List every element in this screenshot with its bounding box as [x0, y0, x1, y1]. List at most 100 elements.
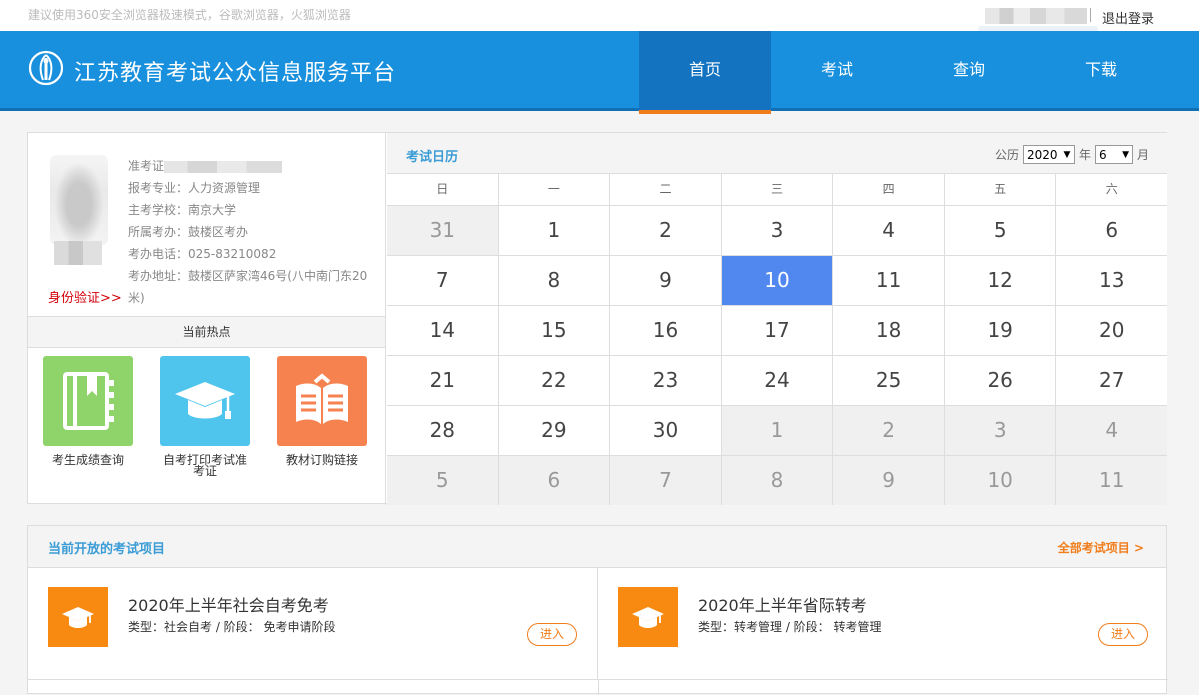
tile-label: 教材订购链接 [285, 453, 358, 467]
calendar-day[interactable]: 11 [1056, 456, 1168, 505]
calendar-week: 14 15 16 17 18 19 20 [387, 305, 1168, 355]
nav-download[interactable]: 下载 [1035, 31, 1167, 111]
calendar-day[interactable]: 2 [610, 206, 722, 255]
all-exams-link[interactable]: 全部考试项目 > [1058, 539, 1144, 556]
calendar-day[interactable]: 11 [833, 256, 945, 305]
calendar-day[interactable]: 24 [721, 356, 834, 405]
field-value: 鼓楼区考办 [188, 225, 249, 239]
calendar-day[interactable]: 6 [1056, 206, 1168, 255]
tile-textbook-order[interactable]: 教材订购链接 [276, 356, 368, 466]
tile-label: 自考打印考试准考证 [162, 453, 247, 478]
calendar-day[interactable]: 31 [387, 206, 499, 255]
calendar-day[interactable]: 4 [833, 206, 945, 255]
field-address: 考办地址：鼓楼区萨家湾46号(八中南门东20米) [128, 265, 373, 309]
id-verify-link[interactable]: 身份验证>> [48, 287, 122, 306]
calendar-day[interactable]: 26 [944, 356, 1057, 405]
calendar-day[interactable]: 20 [1056, 306, 1168, 355]
field-value: 025-83210082 [188, 247, 277, 261]
calendar-day[interactable]: 23 [610, 356, 722, 405]
field-school: 主考学校：南京大学 [128, 199, 373, 221]
field-major: 报考专业：人力资源管理 [128, 177, 373, 199]
calendar-day[interactable]: 29 [498, 406, 611, 455]
field-value: 人力资源管理 [188, 181, 261, 195]
calendar-day[interactable]: 19 [944, 306, 1057, 355]
calendar-day[interactable]: 16 [610, 306, 722, 355]
enter-button[interactable]: 进入 [1098, 623, 1148, 646]
calendar-controls: 公历 2020 ▼ 年 6 ▼ 月 [995, 145, 1149, 164]
exam-name: 2020年上半年省际转考 [698, 596, 867, 615]
calendar-day[interactable]: 1 [721, 406, 834, 455]
calendar-day[interactable]: 17 [721, 306, 834, 355]
calendar-day[interactable]: 3 [721, 206, 834, 255]
calendar-day[interactable]: 15 [498, 306, 611, 355]
ticket-number-redacted [164, 160, 283, 173]
calendar-day[interactable]: 27 [1056, 356, 1168, 405]
calendar-day[interactable]: 12 [944, 256, 1057, 305]
calendar-day[interactable]: 30 [610, 406, 722, 455]
logout-link[interactable]: 退出登录 [1102, 8, 1154, 27]
calendar-day[interactable]: 3 [944, 406, 1057, 455]
calendar-week: 7 8 9 10 11 12 13 [387, 255, 1168, 305]
weekday-label: 二 [610, 174, 722, 205]
nav-home[interactable]: 首页 [639, 31, 771, 114]
weekday-label: 四 [833, 174, 945, 205]
calendar-title: 考试日历 [406, 150, 459, 165]
tile-icon-box [160, 356, 250, 446]
tile-icon-box [43, 356, 133, 446]
field-label: 报考专业： [128, 181, 189, 195]
exam-meta: 类型：社会自考 / 阶段： 免考申请阶段 [128, 620, 336, 634]
calendar-day[interactable]: 8 [498, 256, 611, 305]
main-nav: 首页 考试 查询 下载 [639, 31, 1167, 114]
calendar-day[interactable]: 2 [833, 406, 945, 455]
calendar-day[interactable]: 10 [944, 456, 1057, 505]
calendar-day[interactable]: 7 [610, 456, 722, 505]
field-label: 准考证 [128, 159, 165, 173]
weekday-label: 三 [722, 174, 834, 205]
candidate-info-card: 身份验证>> 准考证 报考专业：人力资源管理 主考学校：南京大学 所属考办：鼓楼… [28, 133, 386, 505]
field-label: 考办电话： [128, 247, 189, 261]
calendar-day[interactable]: 21 [387, 356, 499, 405]
graduation-cap-icon [62, 607, 94, 628]
weekday-label: 六 [1105, 182, 1118, 196]
calendar-day[interactable]: 22 [498, 356, 611, 405]
calendar-day[interactable]: 13 [1056, 256, 1168, 305]
tile-score-query[interactable]: 考生成绩查询 [42, 356, 134, 466]
calendar-day[interactable]: 8 [721, 456, 834, 505]
year-select[interactable]: 2020 ▼ [1022, 145, 1075, 164]
chevron-down-icon: ▼ [1063, 149, 1071, 160]
calendar-day[interactable]: 25 [833, 356, 945, 405]
month-suffix: 月 [1136, 148, 1149, 162]
divider [1090, 8, 1091, 22]
calendar-day[interactable]: 9 [833, 456, 945, 505]
year-suffix: 年 [1078, 148, 1091, 162]
open-exams-section: 当前开放的考试项目 全部考试项目 > 2020年上半年社会自考免考 类型：社会自… [27, 525, 1168, 695]
nav-query[interactable]: 查询 [903, 31, 1035, 111]
exam-card: 2020年上半年社会自考免考 类型：社会自考 / 阶段： 免考申请阶段 进入 [28, 568, 598, 680]
calendar-type-label: 公历 [994, 148, 1019, 162]
weekday-label: 五 [945, 174, 1057, 205]
nav-exam[interactable]: 考试 [771, 31, 903, 111]
calendar-day[interactable]: 14 [387, 306, 499, 355]
field-label: 主考学校： [128, 203, 189, 217]
calendar-day[interactable]: 4 [1056, 406, 1168, 455]
calendar-day[interactable]: 18 [833, 306, 945, 355]
calendar-day[interactable]: 5 [387, 456, 499, 505]
calendar-day[interactable]: 6 [498, 456, 611, 505]
calendar-day[interactable]: 5 [944, 206, 1057, 255]
tile-print-admission[interactable]: 自考打印考试准考证 [159, 356, 251, 477]
month-select[interactable]: 6 ▼ [1094, 145, 1133, 164]
exams-header: 当前开放的考试项目 全部考试项目 > [28, 526, 1166, 568]
calendar-day[interactable]: 9 [610, 256, 722, 305]
weekday-label: 一 [499, 174, 611, 205]
enter-button[interactable]: 进入 [527, 623, 577, 646]
username-redacted [985, 8, 1087, 24]
calendar-day[interactable]: 28 [387, 406, 499, 455]
avatar-caption-redacted [54, 241, 102, 265]
calendar-day[interactable]: 7 [387, 256, 499, 305]
calendar-week: 31 1 2 3 4 5 6 [387, 205, 1168, 255]
field-phone: 考办电话：025-83210082 [128, 243, 373, 265]
calendar-day[interactable]: 1 [498, 206, 611, 255]
calendar-day-today[interactable]: 10 [721, 256, 834, 305]
notebook-icon [63, 372, 114, 430]
calendar-week: 21 22 23 24 25 26 27 [387, 355, 1168, 405]
